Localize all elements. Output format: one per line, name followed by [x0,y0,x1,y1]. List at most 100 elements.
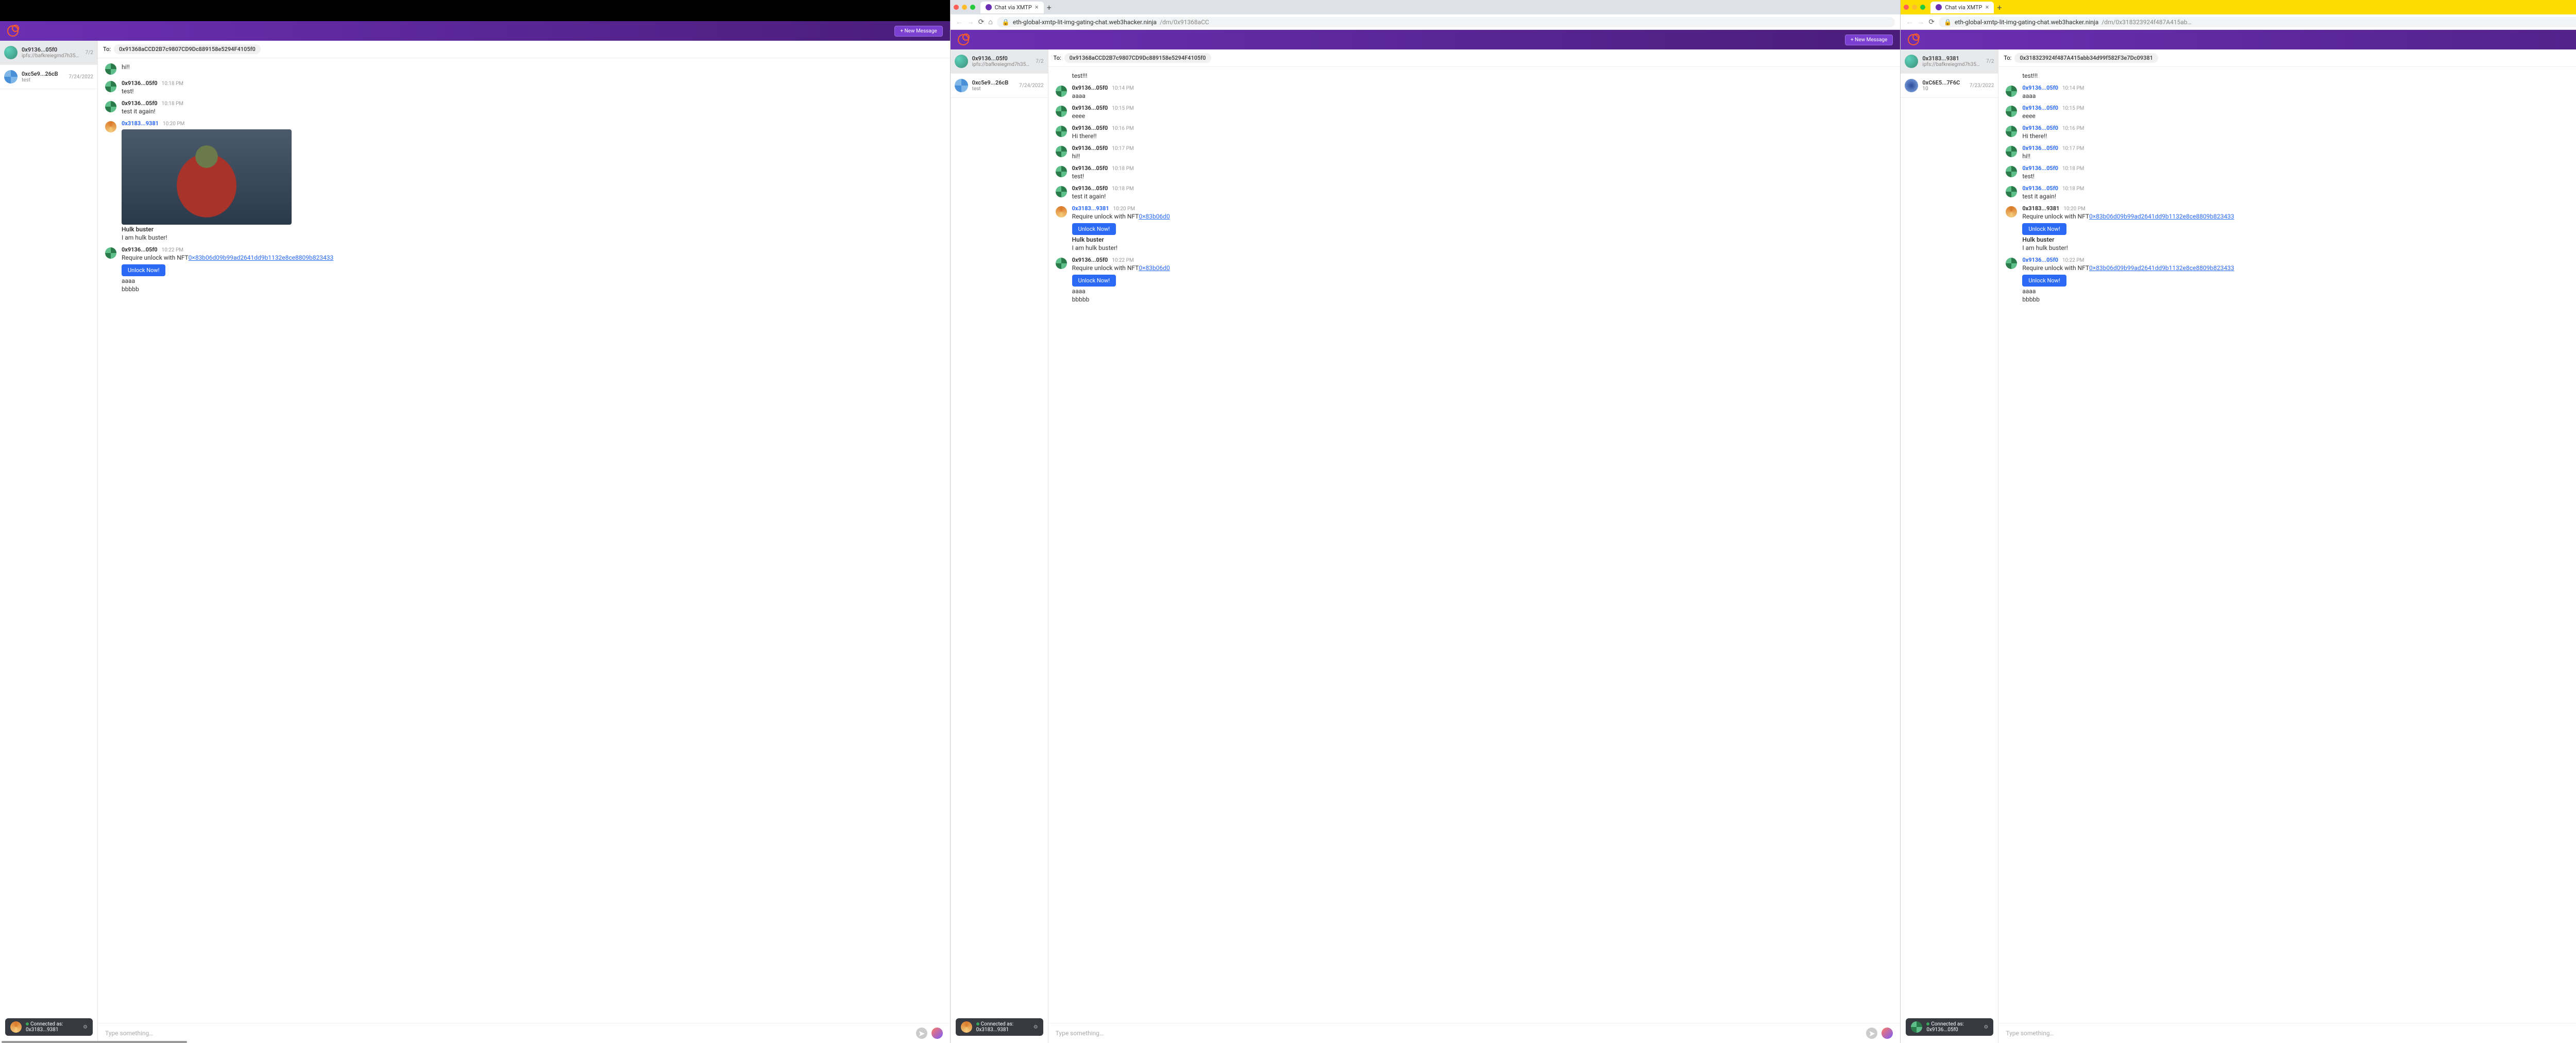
avatar [105,101,116,112]
message-text: test!!! [1072,72,1893,79]
new-message-button[interactable]: + New Message [894,26,942,37]
sender-name: 0x9136...05f0 [1072,165,1108,172]
browser-tab[interactable]: Chat via XMTP× [980,2,1044,13]
sender-name: 0x9136...05f0 [2022,125,2058,131]
message-time: 10:18 PM [162,81,183,87]
sender-name: 0x9136...05f0 [1072,185,1108,192]
thread-item[interactable]: 0x9136...05f0ipfs://bafkreiegmd7h35uhent… [951,49,1048,74]
nft-link[interactable]: 0×83b06d0 [1139,264,1170,272]
app-logo-icon [1908,34,1919,45]
sender-name: 0x9136...05f0 [2022,165,2058,172]
messages-pane[interactable]: test!!! 0x9136...05f010:14 PMaaaa 0x9136… [1048,67,1901,1023]
message-text: test it again! [2022,193,2576,200]
avatar [4,70,18,83]
message-text: bbbbb [2022,296,2576,303]
avatar [105,81,116,92]
message-time: 10:14 PM [1112,86,1133,91]
image-title: Hulk buster [1072,236,1893,243]
maximize-window-icon[interactable] [1920,5,1925,10]
new-tab-icon[interactable]: + [1047,3,1052,12]
message-image[interactable] [122,129,292,225]
user-avatar[interactable] [1882,1028,1893,1039]
minimize-window-icon[interactable] [962,5,967,10]
message-text: Require unlock with NFT0×83b06d09b99ad26… [2022,213,2576,220]
connected-address: 0x3183...9381 [26,1027,63,1033]
home-icon[interactable]: ⌂ [988,18,992,26]
user-avatar[interactable] [931,1028,943,1039]
message-time: 10:14 PM [2062,86,2084,91]
new-tab-icon[interactable]: + [1997,3,2002,12]
message-input[interactable] [105,1030,912,1037]
threads-sidebar: 0x3183...9381ipfs://bafkreiegmd7h35uhent… [1901,49,1998,1043]
url-domain: eth-global-xmtp-lit-img-gating-chat.web3… [1013,19,1157,26]
nft-link[interactable]: 0×83b06d09b99ad2641dd9b1132e8ce8809b8234… [2089,213,2234,220]
connected-as-box: Connected as: 0x3183...9381 ⚙ [5,1018,93,1036]
sender-name: 0x3183...9381 [2022,205,2059,212]
to-address-chip[interactable]: 0x91368aCCD2B7c9807CD9Dc889158e5294F4105… [114,44,261,54]
nft-link[interactable]: 0×83b06d0 [1139,213,1170,220]
thread-item[interactable]: 0x9136...05f0 ipfs://bafkreiegmd7h35uhen… [0,41,97,65]
close-window-icon[interactable] [954,5,959,10]
browser-tab[interactable]: Chat via XMTP× [1930,2,1994,13]
message-time: 10:18 PM [162,101,183,107]
close-tab-icon[interactable]: × [1985,4,1989,11]
unlock-button[interactable]: Unlock Now! [1072,223,1116,235]
thread-name: 0xC6E5...7F6C [1922,79,1965,86]
message-input[interactable] [2006,1030,2576,1037]
message-text: test!!! [2022,72,2576,79]
to-address-chip[interactable]: 0x91368aCCD2B7c9807CD9Dc889158e5294F4105… [1064,53,1211,63]
gear-icon[interactable]: ⚙ [83,1024,88,1030]
forward-icon[interactable]: → [967,18,974,26]
messages-pane[interactable]: test!!! 0x9136...05f0 10:14 PM aaaa 0x9136… [1998,67,2576,1023]
gear-icon[interactable]: ⚙ [1033,1024,1038,1030]
messages-pane[interactable]: hi!! 0x9136...05f010:18 PMtest! 0x9136..… [98,58,950,1023]
thread-item[interactable]: 0xC6E5...7F6C107/23/2022 [1901,74,1998,98]
avatar [2006,86,2017,97]
to-address-chip[interactable]: 0x318323924f487A415abb34d99f582F3e7Dc093… [2014,53,2158,63]
reload-icon[interactable]: ⟳ [1928,18,1935,26]
avatar [105,63,116,75]
back-icon[interactable]: ← [1906,18,1913,26]
online-dot-icon [976,1022,979,1025]
unlock-button[interactable]: Unlock Now! [122,264,165,276]
url-input[interactable]: 🔒eth-global-xmtp-lit-img-gating-chat.web… [997,17,1895,27]
close-window-icon[interactable] [1904,5,1909,10]
gear-icon[interactable]: ⚙ [1984,1024,1988,1030]
close-tab-icon[interactable]: × [1035,4,1039,11]
send-button[interactable]: ➤ [916,1028,927,1039]
thread-item[interactable]: 0xc5e9...26cB test 7/24/2022 [0,65,97,89]
avatar [1905,55,1918,68]
avatar [961,1021,972,1033]
unlock-button[interactable]: Unlock Now! [1072,275,1116,287]
reload-icon[interactable]: ⟳ [978,18,985,26]
maximize-window-icon[interactable] [970,5,975,10]
lock-icon: 🔒 [1002,19,1010,26]
favicon-icon [986,4,992,10]
nft-link[interactable]: 0×83b06d09b99ad2641dd9b1132e8ce8809b8234… [2089,264,2234,272]
thread-item[interactable]: 0x3183...9381ipfs://bafkreiegmd7h35uhent… [1901,49,1998,74]
forward-icon[interactable]: → [1917,18,1924,26]
black-header-bar [0,0,950,21]
url-input[interactable]: 🔒eth-global-xmtp-lit-img-gating-chat.web… [1939,17,2576,27]
thread-item[interactable]: 0xc5e9...26cBtest7/24/2022 [951,74,1048,98]
avatar [1056,166,1067,177]
thread-preview: ipfs://bafkreiegmd7h35uhento3ywxsvcwfv3d… [1922,62,1982,68]
thread-name: 0x9136...05f0 [972,55,1032,62]
back-icon[interactable]: ← [956,18,963,26]
nft-link[interactable]: 0×83b06d09b99ad2641dd9b1132e8ce8809b8234… [189,254,334,261]
unlock-button[interactable]: Unlock Now! [2022,223,2066,235]
message-text: aaaa [2022,288,2576,295]
sender-name: 0x9136...05f0 [1072,257,1108,263]
avatar [2006,206,2017,217]
message-text: test! [1072,173,1893,180]
unlock-button[interactable]: Unlock Now! [2022,275,2066,287]
message-input[interactable] [1056,1030,1862,1037]
tab-title: Chat via XMTP [995,4,1032,11]
avatar [1056,106,1067,117]
minimize-window-icon[interactable] [1912,5,1917,10]
send-button[interactable]: ➤ [1866,1028,1877,1039]
message-time: 10:17 PM [1112,146,1133,152]
app-logo-icon [7,25,19,37]
new-message-button[interactable]: + New Message [1845,35,1893,45]
horizontal-scrollbar[interactable] [2,1041,187,1043]
